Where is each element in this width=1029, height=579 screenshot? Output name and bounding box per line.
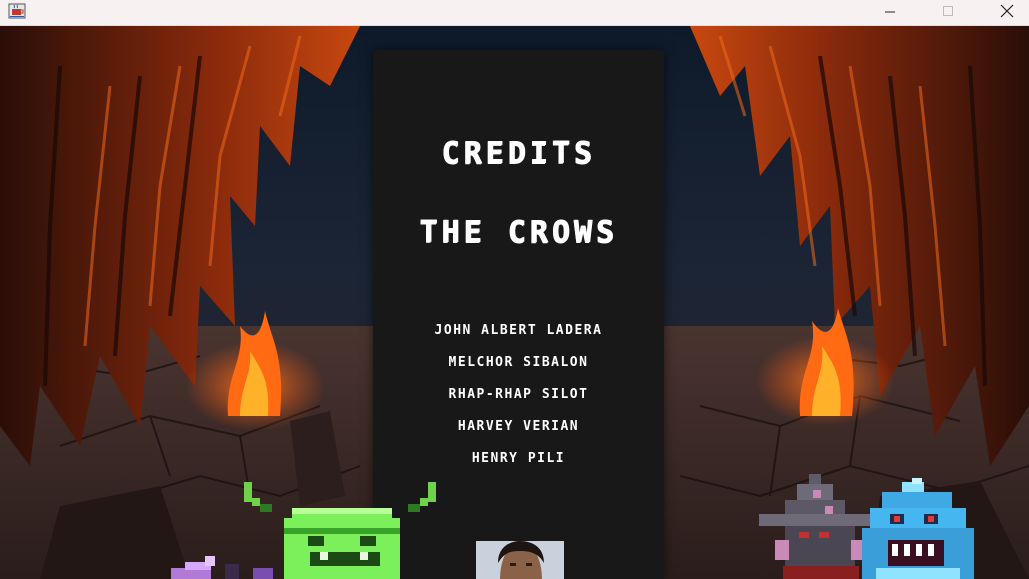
credits-title: CREDITS — [441, 136, 596, 171]
team-name: THE CROWS — [419, 215, 618, 250]
game-window: CREDITS THE CROWS JOHN ALBERT LADERA MEL… — [0, 0, 1029, 579]
maximize-button[interactable] — [925, 0, 971, 22]
member-name: HARVEY VERIAN — [457, 419, 580, 434]
member-photo — [476, 541, 564, 579]
close-icon — [1000, 4, 1014, 18]
purple-hood-sprite — [171, 556, 273, 579]
close-button[interactable] — [984, 0, 1029, 22]
blue-ogre-sprite — [862, 478, 974, 579]
grey-witch-sprite — [759, 474, 871, 579]
title-bar[interactable] — [0, 0, 1029, 26]
member-name: MELCHOR SIBALON — [448, 355, 589, 370]
member-name: RHAP-RHAP SILOT — [448, 387, 589, 402]
maximize-icon — [943, 6, 953, 16]
member-name: JOHN ALBERT LADERA — [434, 323, 603, 338]
java-cup-icon — [8, 3, 26, 19]
minimize-icon — [885, 11, 895, 13]
member-name: HENRY PILI — [471, 451, 566, 466]
minimize-button[interactable] — [867, 0, 913, 22]
